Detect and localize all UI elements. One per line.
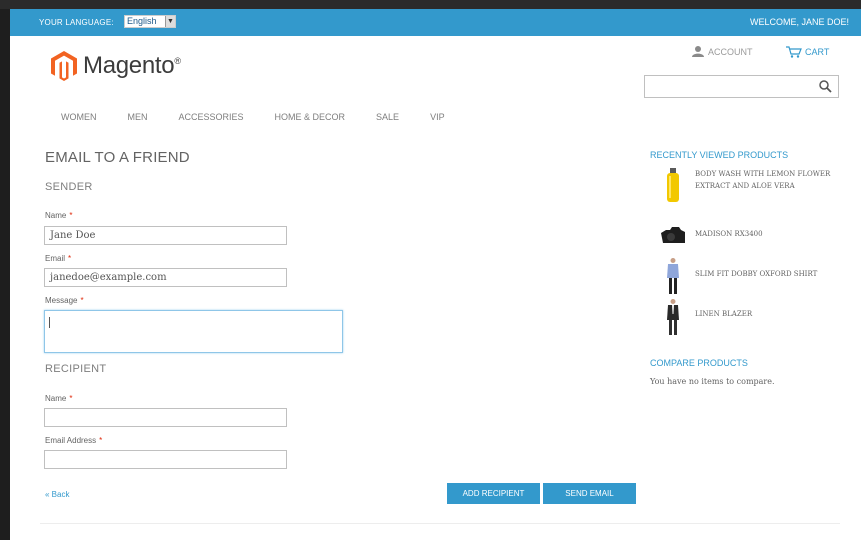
recipient-section-title: RECIPIENT [45,363,107,375]
magento-logo-icon [51,50,77,81]
shirt-model-icon [667,258,679,294]
welcome-message: WELCOME, JANE DOE! [749,17,849,27]
nav-item-men[interactable]: MEN [128,112,148,122]
compare-empty-text: You have no items to compare. [650,377,775,386]
account-link[interactable]: ACCOUNT [692,46,753,57]
camera-icon [661,227,685,243]
required-mark: * [69,211,73,220]
language-label: YOUR LANGUAGE: [39,18,114,27]
nav-item-sale[interactable]: SALE [376,112,399,122]
cart-label: CART [805,47,830,57]
language-select-value: English [127,16,157,26]
recently-viewed-item[interactable]: MADISON RX3400 [660,226,835,246]
nav-item-women[interactable]: WOMEN [61,112,97,122]
required-mark: * [68,254,72,263]
footer-divider [40,523,840,524]
main-navigation: WOMEN MEN ACCESSORIES HOME & DECOR SALE … [61,112,476,122]
required-mark: * [69,394,73,403]
search-input[interactable] [644,75,839,98]
top-bar: YOUR LANGUAGE: English ▼ WELCOME, JANE D… [10,9,861,36]
recently-viewed-name: LINEN BLAZER [695,310,753,318]
add-recipient-button[interactable]: ADD RECIPIENT [447,483,540,504]
window-frame-left [0,0,10,540]
sender-email-field[interactable]: janedoe@example.com [44,268,287,287]
cart-icon [786,46,802,58]
sender-email-label: Email * [45,254,72,263]
recently-viewed-item[interactable]: SLIM FIT DOBBY OXFORD SHIRT [660,258,835,294]
account-label: ACCOUNT [708,46,753,57]
cart-link[interactable]: CART [786,46,829,58]
blazer-model-icon [667,299,679,335]
sender-name-field[interactable]: Jane Doe [44,226,287,245]
text-cursor [49,317,50,328]
required-mark: * [80,296,84,305]
yellow-bottle-icon [667,168,679,202]
recently-viewed-item[interactable]: LINEN BLAZER [660,299,835,335]
compare-products-title: COMPARE PRODUCTS [650,358,748,368]
sender-section-title: SENDER [45,181,93,193]
recently-viewed-name: SLIM FIT DOBBY OXFORD SHIRT [695,270,818,278]
chevron-down-icon: ▼ [165,16,175,27]
recently-viewed-title: RECENTLY VIEWED PRODUCTS [650,150,789,160]
nav-item-vip[interactable]: VIP [430,112,445,122]
brand-name: Magento® [83,51,181,79]
nav-item-home-decor[interactable]: HOME & DECOR [275,112,346,122]
window-frame-top [0,0,861,9]
recipient-name-field[interactable] [44,408,287,427]
message-label: Message * [45,296,84,305]
page-title: EMAIL TO A FRIEND [45,149,190,166]
message-textarea[interactable] [44,310,343,353]
search-icon[interactable] [819,80,832,93]
recently-viewed-item[interactable]: BODY WASH WITH LEMON FLOWER EXTRACT AND … [660,168,835,204]
recipient-email-label: Email Address * [45,436,103,445]
nav-item-accessories[interactable]: ACCESSORIES [179,112,244,122]
back-link[interactable]: « Back [45,490,69,499]
required-mark: * [99,436,103,445]
recipient-name-label: Name * [45,394,73,403]
recently-viewed-name: MADISON RX3400 [695,230,763,238]
site-logo[interactable]: Magento® [51,49,181,82]
recipient-email-field[interactable] [44,450,287,469]
send-email-button[interactable]: SEND EMAIL [543,483,636,504]
recently-viewed-name: BODY WASH WITH LEMON FLOWER EXTRACT AND … [695,170,831,190]
user-icon [692,46,704,57]
sender-name-label: Name * [45,211,73,220]
language-select[interactable]: English ▼ [124,15,176,28]
